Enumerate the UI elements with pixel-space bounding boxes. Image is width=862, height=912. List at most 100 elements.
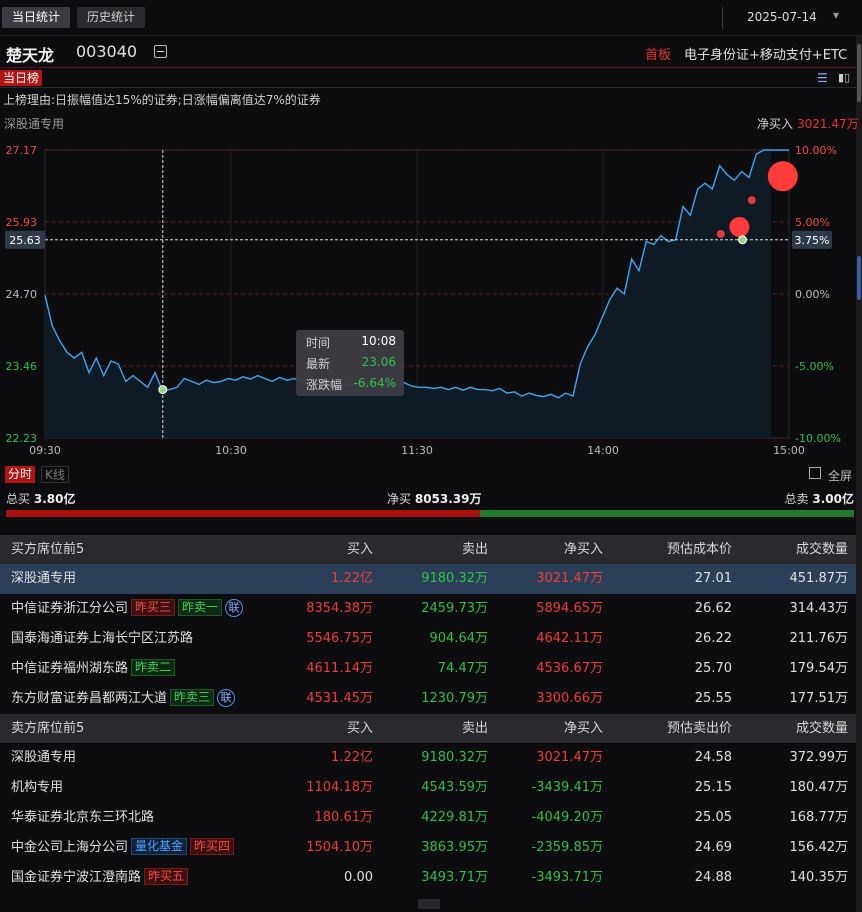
col-buy[interactable]: 买入	[347, 714, 373, 743]
seat-name[interactable]: 中信证券福州湖东路	[11, 661, 128, 676]
chevron-down-icon[interactable]: ▾	[833, 8, 839, 22]
net-amount: 4536.67万	[536, 661, 603, 676]
seat-cell: 深股通专用	[11, 564, 76, 594]
col-net[interactable]: 净买入	[564, 535, 603, 564]
scrollbar-thumb-active[interactable]	[857, 256, 861, 300]
buy-table-body: 深股通专用 1.22亿 9180.32万 3021.47万 27.01 451.87万 中信…	[0, 564, 856, 714]
sell-amount: 3863.95万	[421, 840, 488, 855]
col-sell[interactable]: 卖出	[462, 535, 488, 564]
crosshair-pct: 3.75%	[795, 234, 830, 247]
table-row[interactable]: 华泰证券北京东三环北路 180.61万 4229.81万 -4049.20万 25.05…	[0, 803, 856, 833]
volume: 168.77万	[789, 810, 849, 825]
intraday-chart[interactable]: 27.17 10.00% 25.93 5.00% 24.70 0.00% 23.46 -5.0…	[0, 134, 856, 459]
seat-name[interactable]: 机构专用	[11, 780, 63, 795]
tooltip-pct-value: -6.64%	[353, 376, 396, 390]
volume: 179.54万	[789, 661, 849, 676]
buy-amount: 5546.75万	[306, 631, 373, 646]
volume: 211.76万	[789, 631, 849, 646]
seat-name[interactable]: 中金公司上海分公司	[11, 840, 128, 855]
est-price: 27.01	[694, 571, 732, 586]
y-pct-tick-label: 5.00%	[795, 216, 830, 229]
list-view-icon[interactable]: ☰	[817, 71, 828, 85]
crosshair-price: 25.63	[9, 234, 41, 247]
trade-marker[interactable]	[729, 216, 750, 237]
col-price[interactable]: 预估卖出价	[667, 714, 732, 743]
table-row[interactable]: 深股通专用 1.22亿 9180.32万 3021.47万 27.01 451.87万	[0, 564, 856, 594]
seat-badge: 昨卖二	[131, 659, 176, 676]
y-pct-tick-label: 10.00%	[795, 144, 837, 157]
trade-marker[interactable]	[767, 161, 798, 192]
bar-chart-icon[interactable]: ▮▯	[838, 71, 850, 84]
net-buy-label: 净买	[387, 492, 412, 506]
col-volume[interactable]: 成交数量	[796, 535, 848, 564]
seat-name[interactable]: 中信证券浙江分公司	[11, 601, 128, 616]
table-row[interactable]: 国泰海通证券上海长宁区江苏路 5546.75万 904.64万 4642.11万 26.…	[0, 624, 856, 654]
date-picker[interactable]: 2025-07-14	[747, 10, 817, 24]
trade-marker[interactable]	[158, 385, 168, 395]
seat-name[interactable]: 东方财富证券昌都两江大道	[11, 691, 167, 706]
x-tick-label: 09:30	[29, 444, 61, 457]
col-sell[interactable]: 卖出	[462, 714, 488, 743]
top-bar: 当日统计 历史统计 2025-07-14 ▾	[0, 0, 862, 36]
col-price[interactable]: 预估成本价	[667, 535, 732, 564]
seat-badge: 昨卖三	[170, 689, 215, 706]
seat-cell: 国泰海通证券上海长宁区江苏路	[11, 624, 193, 654]
total-sell: 总卖 3.00亿	[785, 490, 854, 507]
est-price: 26.62	[694, 601, 732, 616]
scrollbar-thumb[interactable]	[857, 44, 861, 102]
est-price: 25.55	[694, 691, 732, 706]
seat-cell: 东方财富证券昌都两江大道 昨卖三联	[11, 684, 236, 714]
scrollbar[interactable]	[856, 36, 862, 912]
listing-reason: 上榜理由:日振幅值达15%的证券;日涨幅偏离值达7%的证券	[3, 93, 321, 107]
tab-intraday[interactable]: 分时	[5, 466, 36, 483]
collapse-icon[interactable]	[154, 45, 167, 58]
divider	[722, 7, 723, 29]
resize-handle[interactable]	[418, 899, 440, 909]
sell-amount: 4543.59万	[421, 780, 488, 795]
table-row[interactable]: 中信证券福州湖东路 昨卖二 4611.14万 74.47万 4536.67万 25.70 1…	[0, 654, 856, 684]
table-row[interactable]: 机构专用 1104.18万 4543.59万 -3439.41万 25.15 180.47…	[0, 773, 856, 803]
table-row[interactable]: 东方财富证券昌都两江大道 昨卖三联 4531.45万 1230.79万 3300.66万…	[0, 684, 856, 714]
trade-marker[interactable]	[747, 196, 756, 205]
trade-marker[interactable]	[716, 229, 725, 238]
table-row[interactable]: 深股通专用 1.22亿 9180.32万 3021.47万 24.58 372.99万	[0, 743, 856, 773]
tab-kline[interactable]: K线	[41, 466, 69, 483]
table-row[interactable]: 中金公司上海分公司 量化基金 昨买四 1504.10万 3863.95万 -2359.85…	[0, 833, 856, 863]
total-buy: 总买 3.80亿	[6, 490, 75, 507]
fullscreen-icon[interactable]	[809, 467, 821, 479]
table-row[interactable]: 国金证券宁波江澄南路 昨买五 0.00 3493.71万 -3493.71万 24.88 1…	[0, 863, 856, 893]
col-net[interactable]: 净买入	[564, 714, 603, 743]
x-tick-label: 11:30	[401, 444, 433, 457]
x-tick-label: 14:00	[587, 444, 619, 457]
seat-name[interactable]: 深股通专用	[11, 750, 76, 765]
net-amount: 4642.11万	[536, 631, 603, 646]
volume: 372.99万	[789, 750, 849, 765]
seat-cell: 中信证券浙江分公司 昨买三 昨卖一联	[11, 594, 244, 624]
sell-amount: 904.64万	[429, 631, 489, 646]
net-buy: 净买 8053.39万	[387, 490, 482, 507]
table-row[interactable]: 中信证券浙江分公司 昨买三 昨卖一联 8354.38万 2459.73万 5894.65万…	[0, 594, 856, 624]
net-amount: 3021.47万	[536, 750, 603, 765]
buy-amount: 1.22亿	[331, 571, 373, 586]
buy-amount: 1104.18万	[306, 780, 373, 795]
volume: 314.43万	[789, 601, 849, 616]
linked-icon[interactable]: 联	[217, 689, 236, 707]
est-price: 24.58	[694, 750, 732, 765]
col-volume[interactable]: 成交数量	[796, 714, 848, 743]
est-price: 24.69	[694, 840, 732, 855]
seat-name[interactable]: 国金证券宁波江澄南路	[11, 870, 141, 885]
daily-list-tag[interactable]: 当日榜	[0, 70, 43, 86]
seat-name[interactable]: 华泰证券北京东三环北路	[11, 810, 154, 825]
y-tick-label: 23.46	[6, 360, 38, 373]
fullscreen-button[interactable]: 全屏	[828, 467, 852, 484]
seat-name[interactable]: 深股通专用	[11, 571, 76, 586]
seat-name[interactable]: 国泰海通证券上海长宁区江苏路	[11, 631, 193, 646]
chart-net-label: 净买入	[757, 117, 794, 131]
tab-history-stats[interactable]: 历史统计	[77, 7, 146, 28]
trade-marker[interactable]	[738, 235, 747, 245]
tab-today-stats[interactable]: 当日统计	[2, 7, 71, 28]
seat-badge: 量化基金	[131, 838, 188, 855]
linked-icon[interactable]: 联	[225, 599, 244, 617]
chart-tooltip: 时间 10:08 最新 23.06 涨跌幅 -6.64%	[296, 330, 404, 396]
col-buy[interactable]: 买入	[347, 535, 373, 564]
